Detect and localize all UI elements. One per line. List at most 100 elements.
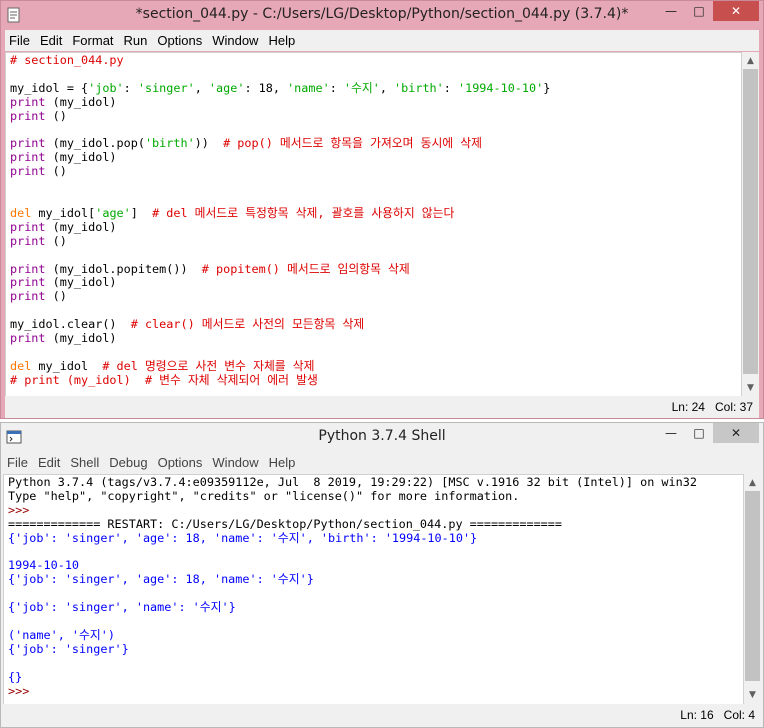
close-button[interactable]: ✕ [713,423,759,443]
shell-scrollbar[interactable]: ▲ ▼ [744,474,761,703]
shell-line[interactable] [8,546,743,560]
menu-edit[interactable]: Edit [34,455,66,470]
menu-file[interactable]: File [3,455,34,470]
menu-debug[interactable]: Debug [105,455,153,470]
menu-window[interactable]: Window [208,33,264,48]
code-line[interactable]: print (my_idol) [10,275,741,290]
code-line[interactable] [10,346,741,360]
code-line[interactable]: print (my_idol) [10,150,741,165]
shell-line[interactable]: {'job': 'singer'} [8,642,743,657]
code-token: # del 메서드로 특정항목 삭제, 괄호를 사용하지 않는다 [152,205,455,220]
code-token: # del 명령으로 사전 변수 자체를 삭제 [102,358,315,373]
scroll-up-arrow[interactable]: ▲ [744,474,761,491]
menu-options[interactable]: Options [154,455,209,470]
scroll-down-arrow[interactable]: ▼ [744,686,761,703]
code-line[interactable] [10,124,741,138]
code-line[interactable]: print (my_idol) [10,331,741,346]
code-line[interactable]: print (my_idol.pop('birth')) # pop() 메서드… [10,136,741,151]
shell-line[interactable]: ============= RESTART: C:/Users/LG/Deskt… [8,517,743,532]
shell-titlebar[interactable]: Python 3.7.4 Shell — □ ✕ [1,423,763,451]
code-token: {'job': 'singer', 'name': '수지'} [8,600,236,615]
code-token: 'birth' [394,80,444,95]
editor-scrollbar[interactable]: ▲ ▼ [742,52,759,396]
code-line[interactable]: print () [10,234,741,249]
shell-line[interactable] [8,587,743,601]
code-line[interactable] [10,68,741,82]
shell-line[interactable]: Python 3.7.4 (tags/v3.7.4:e09359112e, Ju… [8,475,743,490]
editor-titlebar[interactable]: *section_044.py - C:/Users/LG/Desktop/Py… [1,1,763,29]
code-line[interactable]: # section_044.py [10,53,741,68]
code-line[interactable] [10,249,741,263]
code-token: 'age' [208,80,245,95]
code-line[interactable]: print () [10,108,741,124]
code-line[interactable] [10,179,741,193]
code-line[interactable]: print () [10,289,741,304]
menu-window[interactable]: Window [208,455,264,470]
menu-help[interactable]: Help [265,455,302,470]
code-line[interactable]: my_idol = {'job': 'singer', 'age': 18, '… [10,80,741,96]
menu-edit[interactable]: Edit [36,33,68,48]
code-token: (my_idol) [45,219,117,234]
editor-window: *section_044.py - C:/Users/LG/Desktop/Py… [0,0,764,419]
editor-menubar: File Edit Format Run Options Window Help [5,30,759,51]
maximize-button[interactable]: □ [685,1,713,21]
code-line[interactable]: print (my_idol) [10,95,741,110]
maximize-button[interactable]: □ [685,423,713,443]
code-token: 'birth' [144,136,195,151]
code-token: 'singer' [137,80,195,95]
shell-line[interactable] [8,657,743,671]
shell-line[interactable]: >>> [8,684,743,699]
code-line[interactable]: print () [10,164,741,179]
code-line[interactable] [10,193,741,207]
code-text[interactable]: # section_044.py my_idol = {'job': 'singe… [6,53,741,388]
code-token: '수지' [343,80,380,95]
code-token: {} [8,669,23,684]
code-line[interactable]: del my_idol['age'] # del 메서드로 특정항목 삭제, 괄… [10,205,741,221]
code-line[interactable]: print (my_idol.popitem()) # popitem() 메서… [10,262,741,277]
menu-format[interactable]: Format [68,33,119,48]
shell-line[interactable]: >>> [8,503,743,518]
code-token: : [329,80,344,95]
menu-shell[interactable]: Shell [66,455,105,470]
chevron-down-icon: ▼ [747,382,754,393]
shell-line[interactable]: {'job': 'singer', 'name': '수지'} [8,600,743,615]
menu-options[interactable]: Options [153,33,208,48]
code-token: Python 3.7.4 (tags/v3.7.4:e09359112e, Ju… [8,475,697,489]
menu-run[interactable]: Run [120,33,154,48]
shell-line[interactable]: 1994-10-10 [8,558,743,573]
code-line[interactable]: # print (my_idol) # 변수 자체 삭제되어 에러 발생 [10,373,741,388]
shell-line[interactable]: {} [8,669,743,685]
shell-output[interactable]: Python 3.7.4 (tags/v3.7.4:e09359112e, Ju… [3,474,744,705]
code-token: 'name' [287,80,330,95]
shell-line[interactable] [8,615,743,629]
code-token: # clear() 메서드로 사전의 모든항목 삭제 [130,317,365,332]
code-token: my_idol[ [31,205,96,220]
code-line[interactable] [10,304,741,318]
code-token: : [443,80,458,95]
menu-help[interactable]: Help [264,33,301,48]
shell-cursor-position: Ln: 16 Col: 4 [680,708,755,722]
shell-text[interactable]: Python 3.7.4 (tags/v3.7.4:e09359112e, Ju… [4,475,743,698]
code-line[interactable]: print (my_idol) [10,219,741,235]
close-button[interactable]: ✕ [713,1,759,21]
code-token: Type "help", "copyright", "credits" or "… [8,488,520,503]
shell-line[interactable]: {'job': 'singer', 'age': 18, 'name': '수지… [8,572,743,587]
code-token: )) [194,136,224,151]
scroll-thumb[interactable] [743,69,758,374]
scroll-down-arrow[interactable]: ▼ [742,379,759,396]
scroll-up-arrow[interactable]: ▲ [742,52,759,69]
minimize-button[interactable]: — [657,423,685,443]
code-editor[interactable]: # section_044.py my_idol = {'job': 'singe… [5,52,742,398]
code-line[interactable]: my_idol.clear() # clear() 메서드로 사전의 모든항목 … [10,317,741,332]
menu-file[interactable]: File [5,33,36,48]
shell-line[interactable]: ('name', '수지') [8,627,743,643]
code-token: print [10,108,46,123]
chevron-up-icon: ▲ [747,55,754,66]
minimize-button[interactable]: — [657,1,685,21]
code-line[interactable]: del my_idol # del 명령으로 사전 변수 자체를 삭제 [10,358,741,374]
shell-line[interactable]: Type "help", "copyright", "credits" or "… [8,488,743,504]
shell-menubar: File Edit Shell Debug Options Window Hel… [3,452,761,473]
shell-line[interactable]: {'job': 'singer', 'age': 18, 'name': '수지… [8,531,743,546]
code-token: ('name', '수지') [8,627,115,642]
scroll-thumb[interactable] [745,491,760,681]
